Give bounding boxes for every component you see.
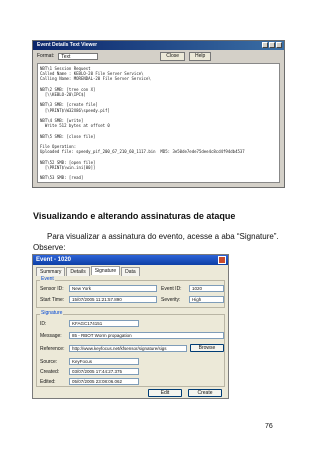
- start-time-field[interactable]: 15/07/2005 11:21:57.890: [69, 296, 157, 303]
- tab-signature[interactable]: Signature: [90, 266, 121, 275]
- id-field[interactable]: KFAGC174151: [69, 320, 139, 327]
- source-label: Source:: [40, 359, 58, 365]
- body-paragraph: Para visualizar a assinatura do evento, …: [33, 232, 279, 252]
- close-icon[interactable]: [218, 256, 226, 264]
- message-label: Message:: [40, 333, 62, 339]
- event-text-area[interactable]: NBT\1 Session Request Called Name : KEBLO…: [37, 63, 280, 183]
- signature-group: Signature ID: KFAGC174151 Message: 85 - …: [36, 310, 225, 387]
- reference-label: Reference:: [40, 346, 65, 352]
- reference-field[interactable]: http://www.keyfocus.net/kfsensor/signatu…: [69, 345, 187, 352]
- dialog-tabs: Summary Details Signature Data: [36, 266, 140, 276]
- tab-data[interactable]: Data: [121, 267, 140, 276]
- start-time-label: Start Time:: [40, 297, 65, 303]
- created-label: Created:: [40, 369, 60, 375]
- page-number: 76: [265, 423, 273, 430]
- severity-field[interactable]: High: [189, 296, 224, 303]
- sensor-id-label: Sensor ID:: [40, 286, 64, 292]
- dialog-title-bar: Event - 1020: [33, 255, 228, 265]
- viewer-toolbar: Format: Text Close Help: [33, 50, 284, 62]
- close-button[interactable]: Close: [160, 51, 186, 61]
- event-text-line: NBT\53 SMB: [read]: [40, 175, 84, 181]
- edit-button[interactable]: Edit: [148, 389, 182, 397]
- source-field[interactable]: KeyFocus: [69, 358, 139, 365]
- id-label: ID:: [40, 321, 47, 327]
- close-icon[interactable]: [276, 42, 282, 48]
- format-label: Format:: [37, 53, 55, 59]
- section-heading: Visualizando e alterando assinaturas de …: [33, 211, 236, 221]
- help-button[interactable]: Help: [189, 51, 212, 61]
- tab-details[interactable]: Details: [66, 267, 90, 276]
- tab-summary[interactable]: Summary: [36, 267, 66, 276]
- event-details-viewer-screenshot: Event Details Text Viewer Format: Text C…: [32, 40, 285, 188]
- event-group: Event Sensor ID: New York Event ID: 1020…: [36, 276, 225, 308]
- event-id-field[interactable]: 1020: [189, 285, 224, 292]
- edited-label: Edited:: [40, 379, 56, 385]
- edited-field[interactable]: 05/07/2005 23:08:06.062: [69, 378, 139, 385]
- create-button[interactable]: Create: [188, 389, 222, 397]
- message-field[interactable]: 85 - RBOT Worm propagation: [69, 332, 224, 339]
- event-group-caption: Event: [40, 276, 55, 282]
- format-select[interactable]: Text: [58, 52, 99, 60]
- event-dialog-screenshot: Event - 1020 Summary Details Signature D…: [32, 254, 229, 399]
- minimize-icon[interactable]: [262, 42, 268, 48]
- window-controls: [262, 42, 282, 48]
- created-field[interactable]: 03/07/2005 17:44:27.375: [69, 368, 139, 375]
- event-text-line: Uploaded file: speedy_pif_200_67_210_60_…: [40, 149, 245, 155]
- sensor-id-field[interactable]: New York: [69, 285, 157, 292]
- signature-group-caption: Signature: [40, 310, 64, 316]
- viewer-title-bar: Event Details Text Viewer: [33, 41, 284, 50]
- maximize-icon[interactable]: [269, 42, 275, 48]
- browse-button[interactable]: Browse: [190, 344, 224, 352]
- event-id-label: Event ID:: [161, 286, 182, 292]
- severity-label: Severity:: [161, 297, 181, 303]
